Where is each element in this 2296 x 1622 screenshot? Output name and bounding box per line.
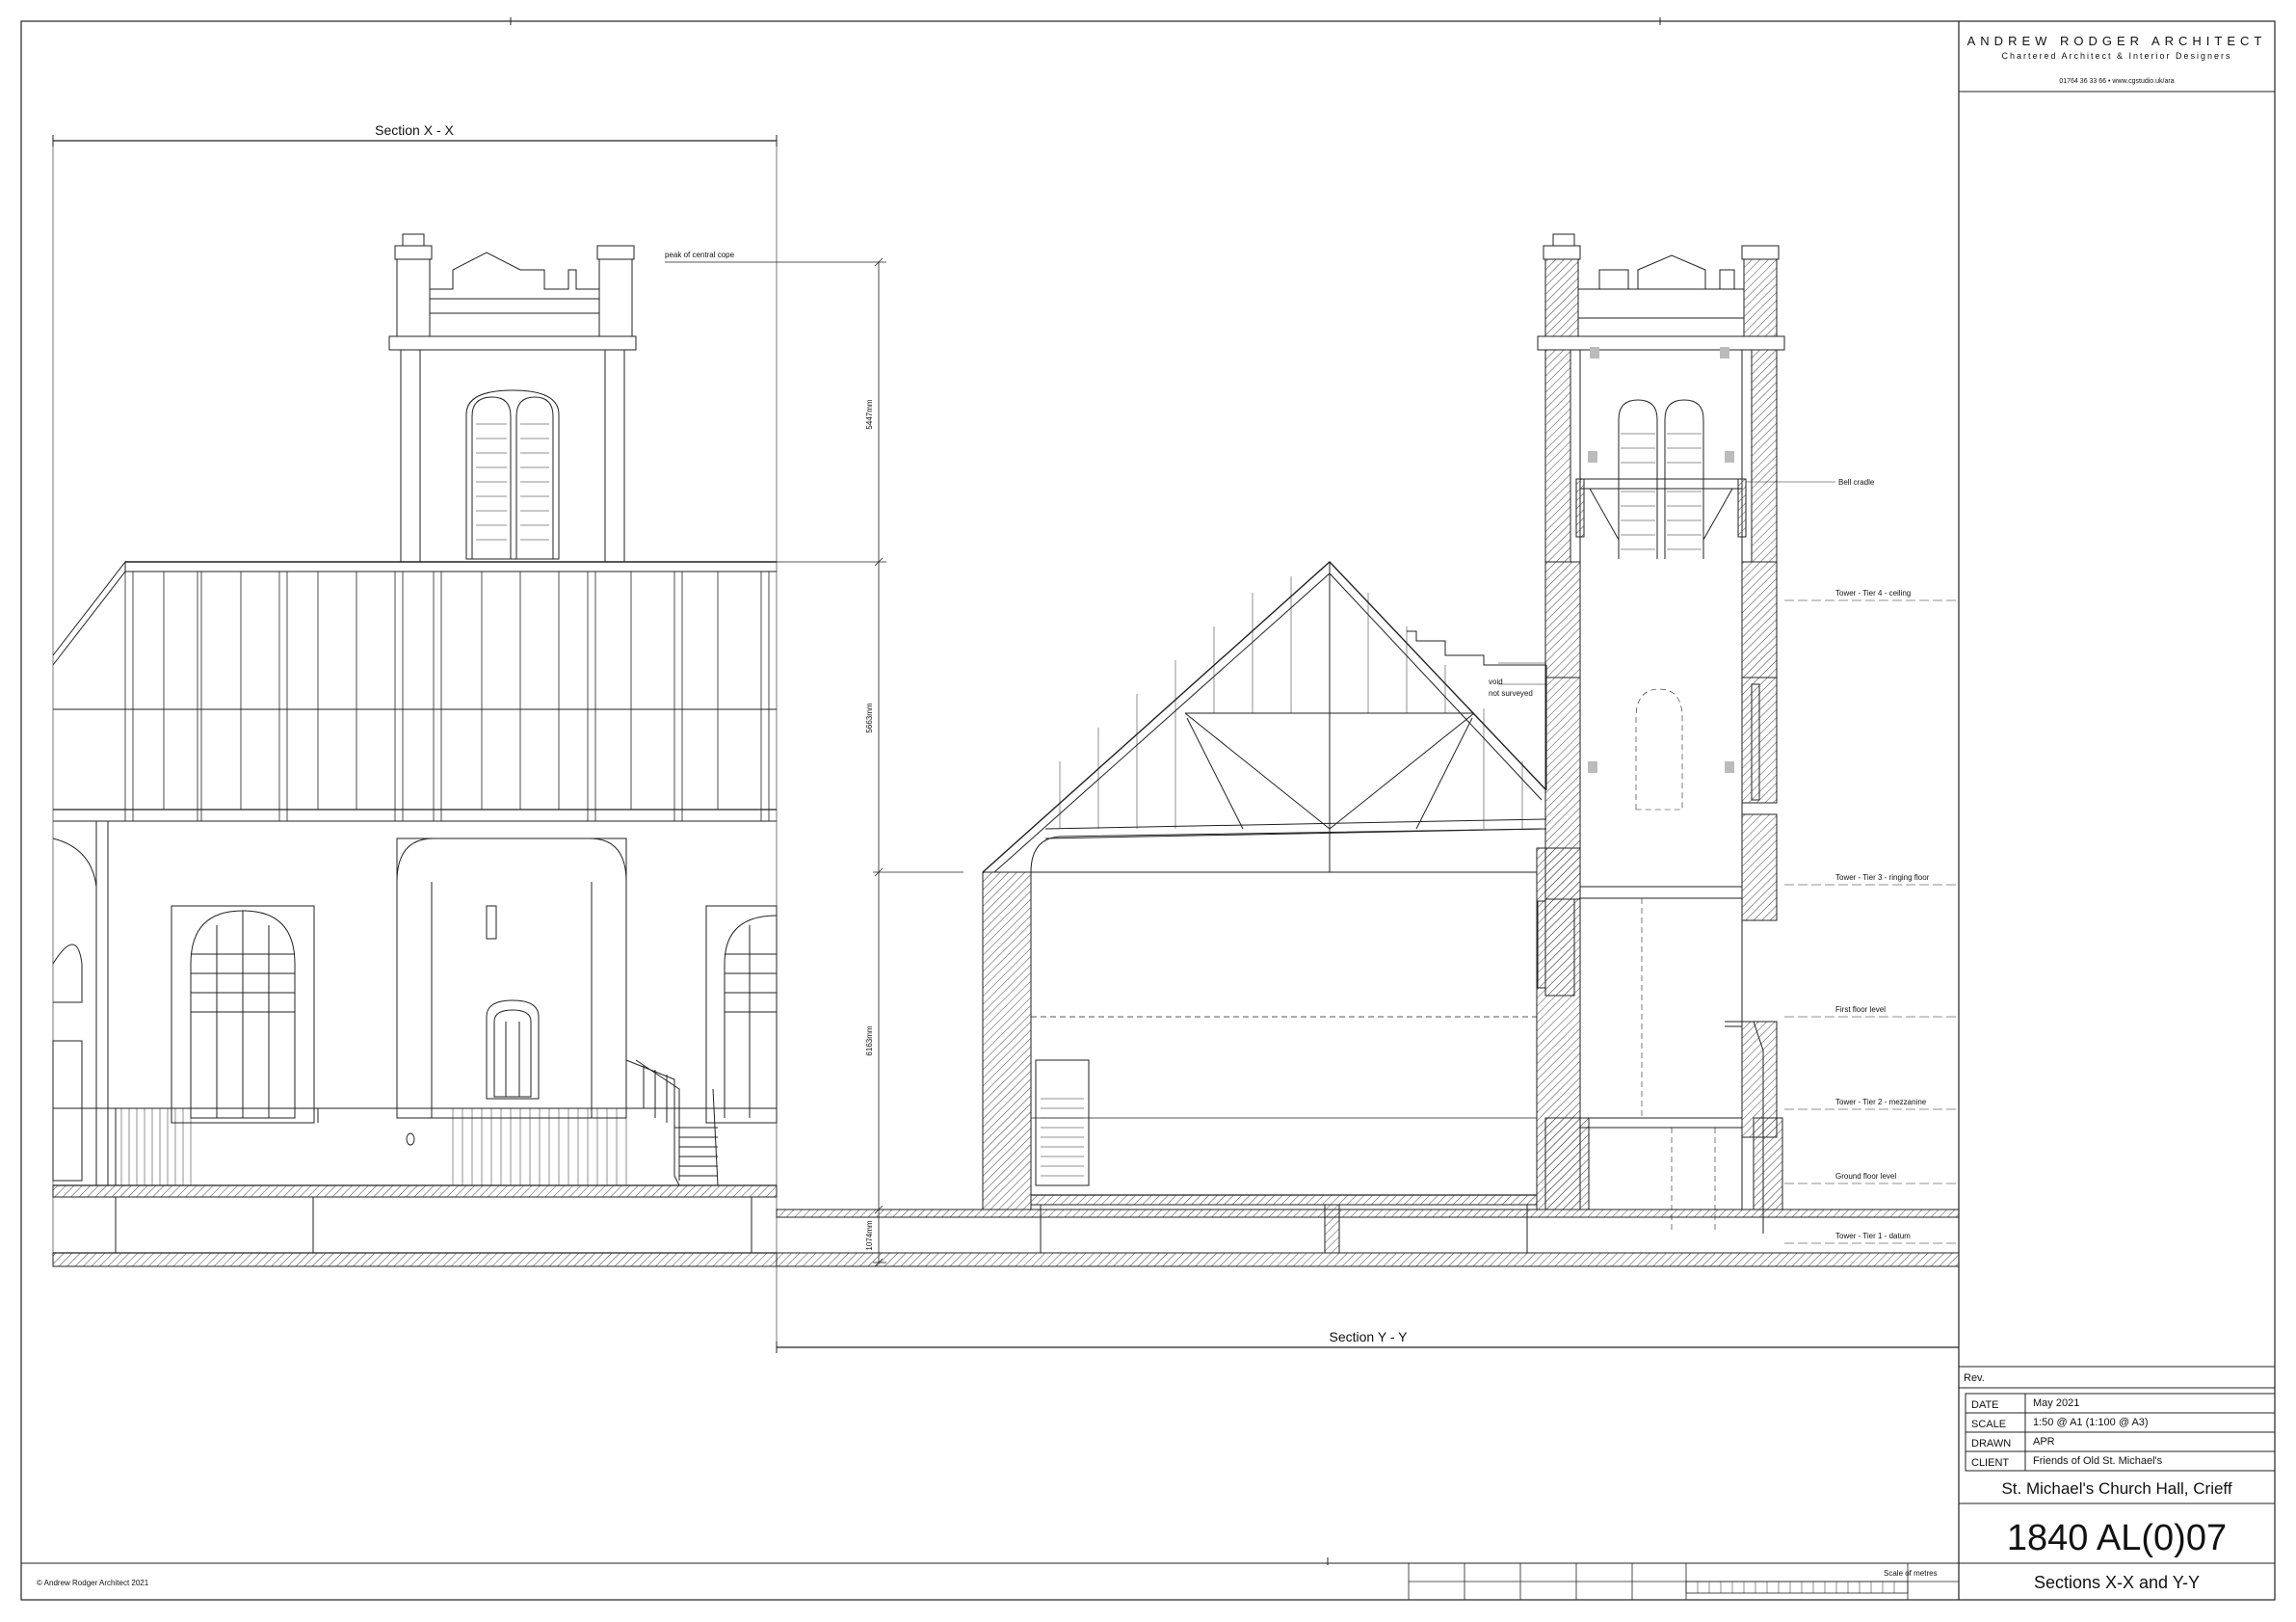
dimension-5447: 5447mm bbox=[865, 399, 874, 429]
project-name: St. Michael's Church Hall, Crieff bbox=[2001, 1479, 2231, 1498]
roof-xx bbox=[52, 560, 777, 822]
copyright-text: © Andrew Rodger Architect 2021 bbox=[37, 1579, 149, 1587]
dimension-1074: 1074mm bbox=[865, 1220, 874, 1250]
staircase bbox=[625, 1059, 719, 1186]
scale-bar bbox=[1408, 1562, 1960, 1601]
firm-name: ANDREW RODGER ARCHITECT bbox=[1967, 34, 2267, 48]
rev-label: Rev. bbox=[1964, 1372, 1985, 1384]
firm-subtitle: Chartered Architect & Interior Designers bbox=[2001, 51, 2231, 61]
tb-label-scale: SCALE bbox=[1971, 1419, 2006, 1430]
section-xx-title: Section X - X bbox=[375, 122, 454, 138]
tb-value-scale: 1:50 @ A1 (1:100 @ A3) bbox=[2033, 1417, 2149, 1428]
sheet-border bbox=[20, 20, 2276, 1601]
height-dimensions bbox=[665, 257, 963, 1267]
dimension-6163: 6163mm bbox=[865, 1025, 874, 1055]
dimension-5663: 5663mm bbox=[865, 703, 874, 732]
note-peak-cope: peak of central cope bbox=[665, 251, 735, 259]
level-tier2: Tower - Tier 2 - mezzanine bbox=[1835, 1098, 1927, 1106]
level-tier4: Tower - Tier 4 - ceiling bbox=[1835, 589, 1911, 598]
level-tier1: Tower - Tier 1 - datum bbox=[1835, 1232, 1911, 1240]
tb-label-date: DATE bbox=[1971, 1399, 1999, 1411]
tb-label-client: CLIENT bbox=[1971, 1457, 2009, 1469]
note-void: void bbox=[1489, 678, 1503, 686]
tb-label-drawn: DRAWN bbox=[1971, 1438, 2011, 1449]
note-bell-cradle: Bell cradle bbox=[1838, 478, 1875, 487]
scale-bar-label: Scale of metres bbox=[1884, 1569, 1938, 1578]
drawing-sheet: ANDREW RODGER ARCHITECT Chartered Archit… bbox=[20, 17, 2276, 1601]
section-xx bbox=[52, 135, 778, 1349]
level-ground: Ground floor level bbox=[1835, 1172, 1896, 1181]
section-yy-title: Section Y - Y bbox=[1330, 1329, 1409, 1344]
firm-header: ANDREW RODGER ARCHITECT Chartered Archit… bbox=[1959, 34, 2275, 93]
firm-contact: 01764 36 33 66 • www.cgstudio.uk/ara bbox=[2059, 78, 2174, 85]
note-not-surveyed: not surveyed bbox=[1489, 689, 1533, 698]
walls-xx bbox=[52, 820, 778, 1186]
tb-value-drawn: APR bbox=[2033, 1436, 2055, 1448]
tower-xx bbox=[388, 233, 637, 563]
hall-gable bbox=[982, 561, 1581, 1254]
tb-value-date: May 2021 bbox=[2033, 1397, 2079, 1409]
level-first-floor: First floor level bbox=[1835, 1005, 1886, 1014]
floor-xx bbox=[52, 1184, 778, 1267]
tb-value-client: Friends of Old St. Michael's bbox=[2033, 1455, 2163, 1467]
drawing-title: Sections X-X and Y-Y bbox=[2034, 1573, 2200, 1592]
drawing-number: 1840 AL(0)07 bbox=[2007, 1518, 2227, 1558]
level-tier3: Tower - Tier 3 - ringing floor bbox=[1835, 873, 1930, 882]
section-yy bbox=[776, 233, 1960, 1353]
